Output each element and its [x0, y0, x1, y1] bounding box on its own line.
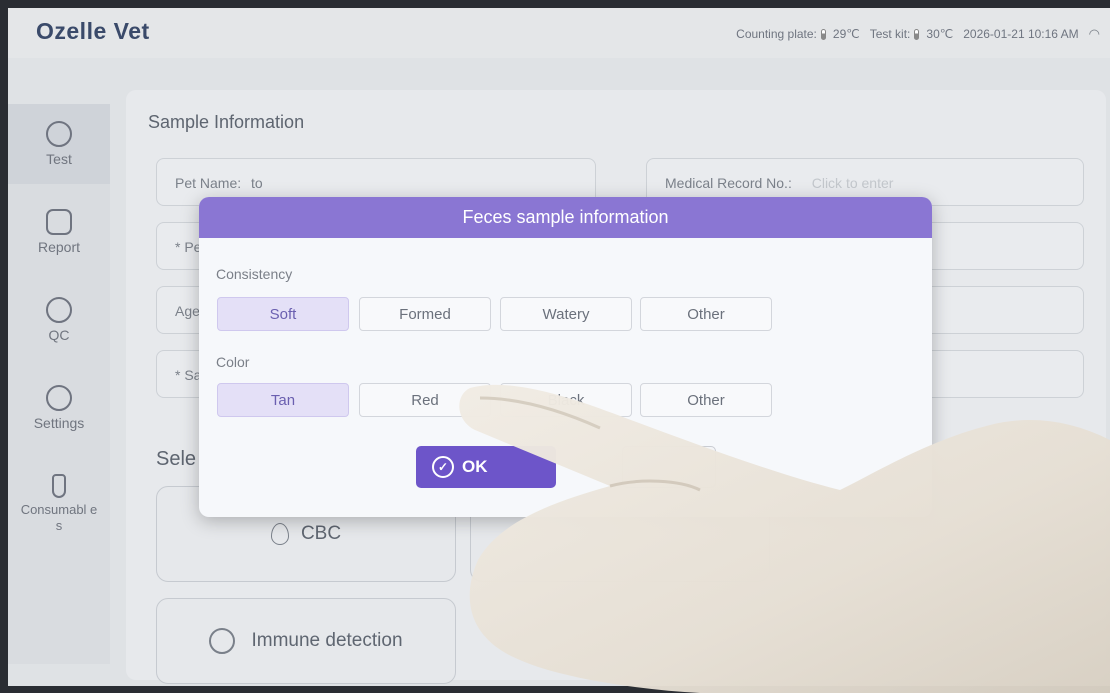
immune-icon [209, 628, 236, 654]
consistency-option-watery[interactable]: Watery [500, 297, 632, 331]
sidebar-item-label: Test [46, 151, 72, 167]
wifi-icon: ◠ [1088, 26, 1100, 41]
feces-sample-dialog: Feces sample information Consistency Sof… [199, 197, 932, 517]
sidebar-item-report[interactable]: Report [8, 192, 110, 272]
thermometer-icon [914, 28, 920, 40]
thermometer-icon [820, 28, 826, 40]
sidebar-item-label: Settings [33, 415, 85, 431]
test-icon [46, 121, 72, 147]
color-label: Color [216, 354, 250, 370]
test-kit-label: Test kit: [869, 27, 911, 41]
check-circle-icon: ✓ [432, 456, 454, 478]
medical-record-label: Medical Record No.: [665, 175, 792, 191]
ok-button[interactable]: ✓ OK [416, 446, 556, 488]
pet-name-label: Pet Name: [175, 175, 242, 191]
droplet-icon [270, 523, 289, 545]
consistency-option-soft[interactable]: Soft [217, 297, 349, 331]
sidebar-item-consumables[interactable]: Consumabl es [8, 464, 110, 544]
section-title-sample-info: Sample Information [148, 112, 305, 132]
ok-button-label: OK [462, 457, 488, 476]
qc-icon [46, 297, 72, 323]
gear-icon [46, 385, 72, 411]
section-title-select-test: Sele [156, 448, 197, 470]
folder-icon [46, 209, 72, 235]
consistency-label: Consistency [216, 266, 293, 282]
sidebar-item-qc[interactable]: QC [8, 280, 110, 360]
sidebar-item-test[interactable]: Test [8, 104, 110, 184]
top-bar: Ozelle Vet Counting plate: 29℃ Test kit:… [8, 8, 1110, 58]
test-card-label: CBC [300, 523, 342, 544]
sidebar-item-label: QC [48, 327, 70, 343]
tube-icon [52, 474, 66, 498]
color-option-black[interactable]: Black [500, 383, 632, 417]
sidebar: Test Report QC Settings Consumabl es [8, 104, 110, 664]
test-card-label: Immune detection [251, 630, 403, 651]
consistency-option-other[interactable]: Other [640, 297, 772, 331]
pet-name-value: to [251, 175, 263, 191]
age-field-label: Age [175, 303, 200, 319]
color-option-tan[interactable]: Tan [217, 383, 349, 417]
datetime: 2026-01-21 10:16 AM [963, 27, 1079, 41]
counting-plate-label: Counting plate: [736, 27, 817, 41]
medical-record-placeholder: Click to enter [811, 175, 894, 191]
color-option-red[interactable]: Red [359, 383, 491, 417]
app-title: Ozelle Vet [36, 18, 150, 44]
test-kit-temp: 30℃ [926, 27, 954, 41]
cancel-button[interactable] [622, 446, 716, 488]
sidebar-item-label: Consumabl es [20, 502, 98, 533]
color-option-other[interactable]: Other [640, 383, 772, 417]
consistency-option-formed[interactable]: Formed [359, 297, 491, 331]
counting-plate-temp: 29℃ [832, 27, 860, 41]
sidebar-item-label: Report [37, 239, 81, 255]
sidebar-item-settings[interactable]: Settings [8, 368, 110, 448]
status-bar: Counting plate: 29℃ Test kit: 30℃ 2026-0… [736, 26, 1100, 42]
dialog-title: Feces sample information [199, 197, 932, 238]
test-card-immune[interactable]: Immune detection [156, 598, 456, 684]
